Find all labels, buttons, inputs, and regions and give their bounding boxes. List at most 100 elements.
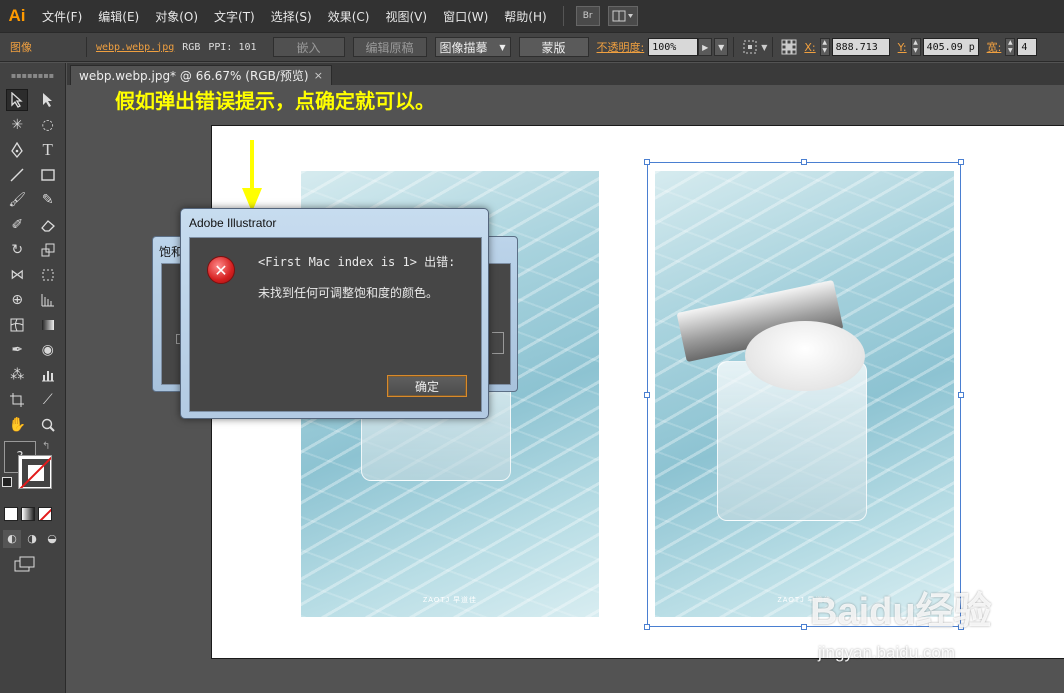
resize-handle[interactable] [644,624,650,630]
blob-brush-icon: ✐ [11,216,24,233]
fill-stroke-swatches[interactable]: ? ↰ [0,439,65,501]
opacity-input[interactable]: 100% [648,38,699,56]
scale-tool[interactable] [37,239,59,261]
opacity-dropdown[interactable]: ▶ [698,38,713,56]
baidu-watermark: Baidu经验 jingyan.baidu.com [810,575,1010,670]
draw-inside-button[interactable]: ◒ [43,530,61,548]
resize-handle[interactable] [644,159,650,165]
zoom-tool[interactable] [37,414,59,436]
opacity-menu-button[interactable]: ▼ [714,38,729,56]
default-fill-stroke-icon[interactable] [2,477,12,487]
selection-tool[interactable] [6,88,29,111]
menu-help[interactable]: 帮助(H) [496,0,554,32]
pen-tool[interactable] [6,139,28,161]
artboard-tool[interactable] [6,389,28,411]
pencil-tool[interactable]: ✎ [37,189,59,211]
menu-file[interactable]: 文件(F) [34,0,90,32]
resize-handle[interactable] [644,392,650,398]
control-separator [733,37,735,57]
lasso-tool[interactable]: ◌ [37,114,59,136]
menu-bar: Ai 文件(F) 编辑(E) 对象(O) 文字(T) 选择(S) 效果(C) 视… [0,0,1064,32]
embed-button[interactable]: 嵌入 [272,37,345,57]
menu-effect[interactable]: 效果(C) [320,0,378,32]
draw-normal-button[interactable]: ◐ [3,529,21,548]
menu-type[interactable]: 文字(T) [206,0,263,32]
close-icon[interactable]: × [314,69,323,82]
symbol-sprayer-tool[interactable]: ⁂ [6,364,28,386]
column-graph-tool[interactable] [37,364,59,386]
screen-mode-button[interactable] [14,553,36,575]
eraser-icon [40,219,55,232]
mesh-tool[interactable] [6,314,28,336]
rotate-tool[interactable]: ↻ [6,239,28,261]
line-segment-tool[interactable] [6,164,28,186]
error-dialog-body: ✕ <First Mac index is 1> 出错: 未找到任何可调整饱和度… [189,237,482,412]
paintbrush-tool[interactable]: 🖌 [6,189,28,211]
error-dialog: Adobe Illustrator ✕ <First Mac index is … [180,208,489,419]
mask-button[interactable]: 蒙版 [518,37,589,57]
edit-original-button[interactable]: 编辑原稿 [352,37,427,57]
menu-object[interactable]: 对象(O) [147,0,206,32]
y-input[interactable]: 405.09 p [922,38,979,56]
direct-selection-tool[interactable] [37,89,59,111]
control-separator [772,37,774,57]
menu-select[interactable]: 选择(S) [263,0,320,32]
arrange-documents-button[interactable] [607,6,638,26]
gradient-mode-button[interactable] [21,506,35,521]
menu-edit[interactable]: 编辑(E) [90,0,147,32]
width-stepper[interactable]: ▲ ▼ [1005,38,1016,56]
ok-button[interactable]: 确定 [387,375,467,397]
type-icon: T [42,139,53,159]
image-trace-label: 图像描摹 [439,40,488,55]
color-mode-button[interactable] [4,506,18,521]
magic-wand-tool[interactable]: ✳ [6,114,28,136]
panel-grip[interactable]: ▪▪▪▪▪▪▪▪ [0,63,65,87]
error-icon: ✕ [207,256,235,284]
control-bar: 图像 webp.webp.jpg RGB PPI: 101 嵌入 编辑原稿 图像… [0,32,1064,62]
menu-view[interactable]: 视图(V) [377,0,435,32]
y-stepper[interactable]: ▲ ▼ [910,38,921,56]
x-stepper[interactable]: ▲ ▼ [819,38,830,56]
resize-handle[interactable] [801,159,807,165]
type-tool[interactable]: T [37,139,59,161]
swap-fill-stroke-icon[interactable]: ↰ [42,441,50,452]
resize-handle[interactable] [958,159,964,165]
chevron-down-icon[interactable]: ▼ [761,43,767,52]
none-mode-button[interactable] [38,506,52,521]
ppi-text: PPI: 101 [208,41,257,53]
free-transform-tool[interactable] [37,264,59,286]
slice-tool[interactable]: ⟋ [37,389,59,411]
hand-tool[interactable]: ✋ [6,414,28,436]
width-tool[interactable]: ⋈ [6,264,28,286]
perspective-grid-tool[interactable] [37,289,59,311]
eraser-tool[interactable] [37,214,59,236]
document-tab[interactable]: webp.webp.jpg* @ 66.67% (RGB/预览) × [70,65,332,85]
bridge-button[interactable]: Br [575,6,600,26]
error-message-line2: 未找到任何可调整饱和度的颜色。 [258,286,439,300]
menu-window[interactable]: 窗口(W) [435,0,496,32]
opacity-label[interactable]: 不透明度: [593,39,649,55]
resize-handle[interactable] [958,392,964,398]
hand-icon: ✋ [8,416,26,433]
width-input[interactable]: 4 [1017,38,1038,56]
transform-grid-button[interactable] [778,37,800,57]
stroke-swatch[interactable] [18,455,52,489]
width-tool-icon: ⋈ [10,266,25,283]
draw-behind-button[interactable]: ◑ [23,530,41,548]
reference-point-button[interactable] [739,37,761,57]
x-input[interactable]: 888.713 [831,38,890,56]
eyedropper-tool[interactable]: ✒ [6,339,28,361]
gradient-tool[interactable] [37,314,59,336]
paintbrush-icon: 🖌 [8,191,27,208]
blend-tool[interactable]: ◉ [37,339,59,361]
rectangle-tool[interactable] [37,164,59,186]
resize-handle[interactable] [801,624,807,630]
draw-normal-icon: ◐ [7,532,17,545]
pen-icon [11,141,24,158]
selection-bounding-box[interactable] [644,159,964,630]
shape-builder-tool[interactable]: ⊕ [6,289,28,311]
linked-file-link[interactable]: webp.webp.jpg [92,42,178,53]
image-trace-button[interactable]: 图像描摹 ▼ [434,37,511,57]
mesh-icon [10,318,24,331]
blob-brush-tool[interactable]: ✐ [6,214,28,236]
